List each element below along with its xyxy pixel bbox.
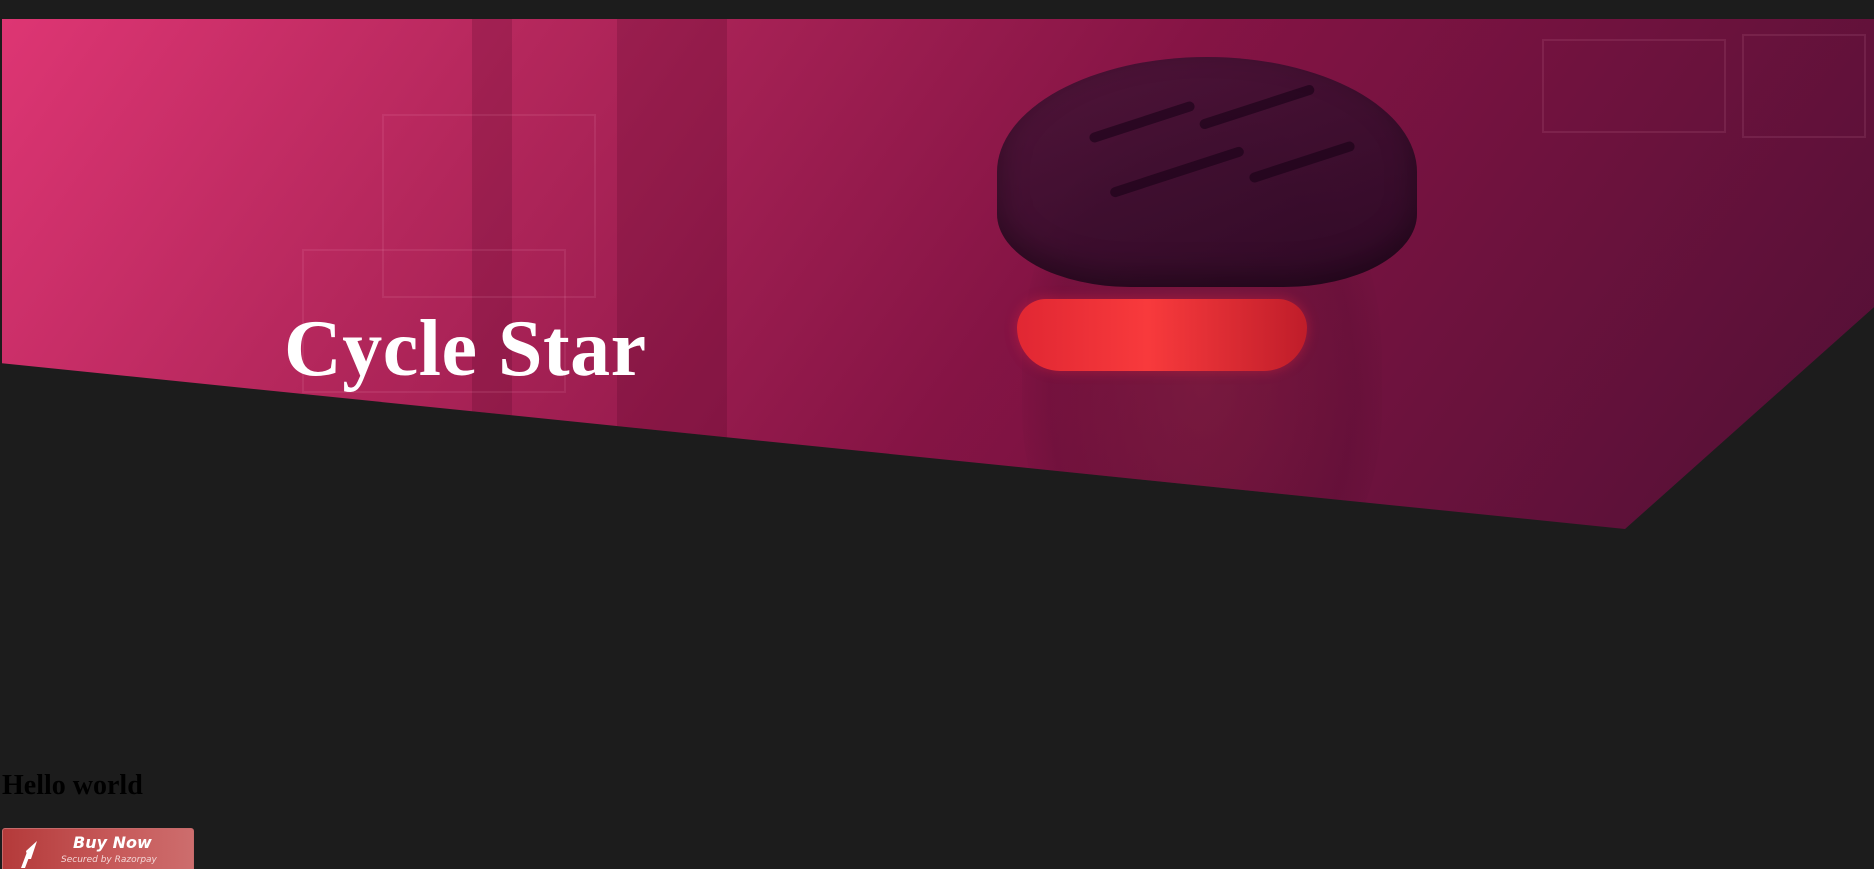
buy-now-button[interactable]: Buy Now Secured by Razorpay: [2, 828, 194, 869]
hero-banner: Cycle Star: [2, 19, 1874, 529]
page-heading: Hello world: [2, 770, 143, 801]
secured-by-label: Secured by Razorpay: [61, 855, 157, 865]
hero-title: Cycle Star: [284, 305, 647, 393]
cycling-helmet: [997, 57, 1417, 287]
buy-now-label: Buy Now: [73, 833, 152, 852]
razorpay-logo-icon: [21, 841, 37, 868]
cycling-sunglasses: [1017, 299, 1307, 371]
hero-background-photo: [2, 19, 1874, 529]
